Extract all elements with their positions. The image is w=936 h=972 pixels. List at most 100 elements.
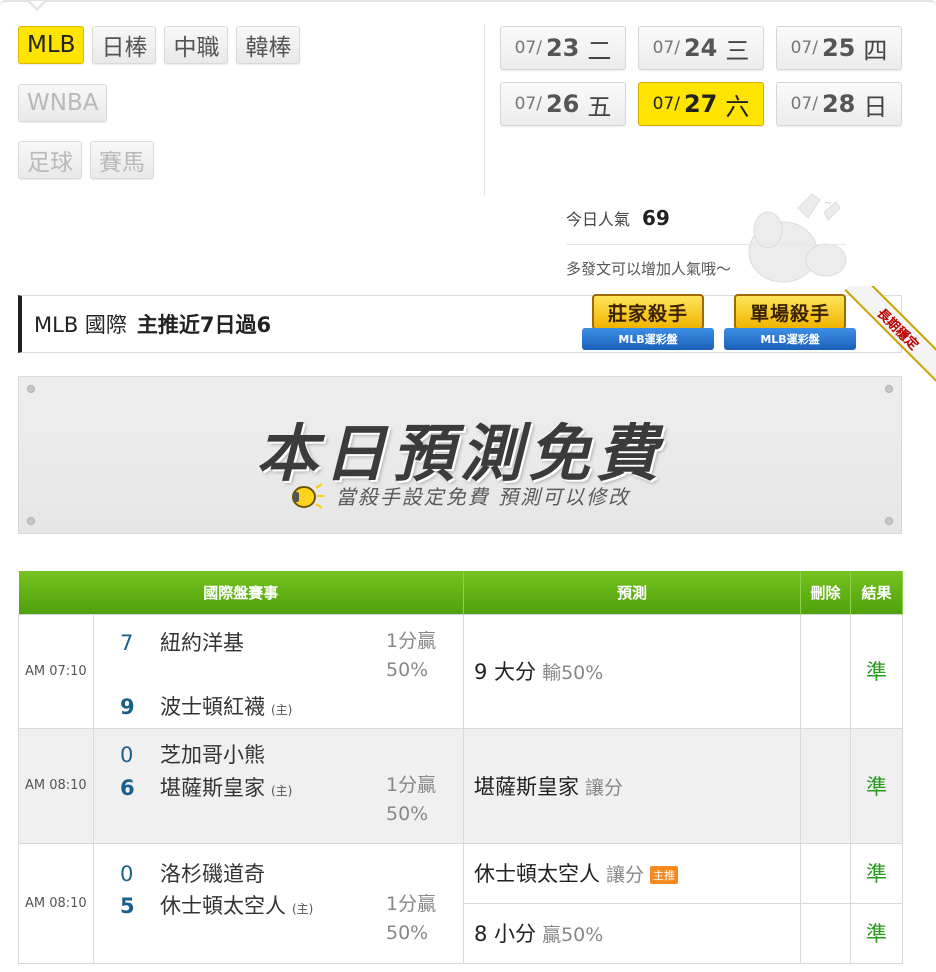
home-name: 波士頓紅襪: [160, 694, 265, 719]
table-header-row: 國際盤賽事 預測 刪除 結果: [18, 571, 904, 614]
sport-tab-cpbl[interactable]: 中職: [164, 26, 229, 64]
date-weekday: 四: [863, 36, 888, 65]
home-score: 6: [120, 775, 135, 800]
sport-tab-mlb[interactable]: MLB: [18, 26, 85, 64]
date-day: 23: [545, 34, 580, 62]
date-button-0728[interactable]: 07/28 日: [776, 82, 902, 126]
date-weekday: 二: [587, 36, 612, 65]
game-time: AM 08:10: [18, 727, 94, 844]
date-button-0726[interactable]: 07/26 五: [500, 82, 626, 126]
odds: 1分贏 50%: [386, 627, 436, 685]
sport-tabs-row-1: MLB 日棒 中職 韓棒: [18, 26, 301, 64]
date-day: 24: [683, 34, 718, 62]
long-term-stable-ribbon: 長期穩定: [842, 286, 936, 382]
prediction-main: 9 大分: [474, 660, 537, 684]
date-weekday: 日: [863, 92, 888, 121]
badge-title: 莊家殺手: [592, 294, 704, 330]
delete-cell: [800, 727, 852, 844]
game-time: AM 07:10: [18, 613, 94, 729]
dropdown-pointer-icon: [28, 1, 46, 12]
sport-tab-horse-racing[interactable]: 賽馬: [90, 141, 154, 179]
home-team: 5 休士頓太空人 (主): [120, 890, 313, 920]
prediction-cell: 9 大分 輸50%: [463, 613, 802, 729]
badge-ribbon: MLB運彩盤: [724, 328, 856, 350]
badge-ribbon: MLB運彩盤: [582, 328, 714, 350]
odds-line-1: 1分贏: [386, 629, 437, 652]
home-score: 9: [120, 694, 135, 719]
games-table: 國際盤賽事 預測 刪除 結果 AM 07:10 7 紐約洋基 9 波士頓紅襪 (…: [18, 571, 904, 964]
away-score: 0: [120, 861, 134, 886]
date-month: 07/: [790, 38, 818, 58]
popularity-panel: 今日人氣 69 多發文可以增加人氣哦～: [566, 206, 846, 278]
header-match: 國際盤賽事: [18, 571, 465, 614]
away-name: 紐約洋基: [160, 630, 244, 655]
home-team: 6 堪薩斯皇家 (主): [120, 772, 292, 802]
home-marker: (主): [292, 901, 314, 916]
away-name: 芝加哥小熊: [160, 742, 265, 767]
promo-title: 本日預測免費: [255, 417, 664, 490]
mascot-watermark-icon: ~: [748, 193, 847, 283]
badge-bookmaker-killer: 莊家殺手 MLB運彩盤: [582, 290, 714, 364]
away-team: 0 洛杉磯道奇: [120, 858, 265, 888]
date-weekday: 五: [587, 92, 612, 121]
prediction-main: 堪薩斯皇家: [474, 774, 580, 799]
header-prediction: 預測: [463, 571, 802, 614]
date-button-0723[interactable]: 07/23 二: [500, 26, 626, 70]
table-row: AM 08:10 0 芝加哥小熊 6 堪薩斯皇家 (主) 1分贏 50% 堪薩斯…: [18, 727, 904, 844]
odds-line-2: 50%: [386, 802, 429, 825]
prediction-sub: 贏50%: [542, 924, 604, 946]
home-team: 9 波士頓紅襪 (主): [120, 691, 292, 721]
odds: 1分贏 50%: [386, 890, 436, 948]
date-month: 07/: [514, 38, 542, 58]
long-term-label: 長期穩定: [844, 286, 936, 382]
odds-line-1: 1分贏: [386, 773, 437, 796]
table-row: AM 07:10 7 紐約洋基 9 波士頓紅襪 (主) 1分贏 50% 9 大分…: [18, 613, 904, 729]
delete-cell: [800, 842, 852, 904]
pin-icon: [27, 385, 35, 393]
prediction-cell: 休士頓太空人 讓分 主推: [463, 842, 802, 904]
date-day: 25: [821, 34, 856, 62]
date-month: 07/: [790, 94, 818, 114]
away-team: 7 紐約洋基: [120, 627, 244, 657]
svg-text:~: ~: [824, 198, 832, 209]
date-button-0725[interactable]: 07/25 四: [776, 26, 902, 70]
table-row: AM 08:10 0 洛杉磯道奇 5 休士頓太空人 (主) 1分贏 50% 休士…: [18, 842, 904, 964]
home-name: 休士頓太空人: [160, 893, 286, 918]
popularity-label: 今日人氣: [566, 210, 631, 229]
league-record: 主推近7日過6: [136, 313, 272, 337]
sport-tabs-row-3: 足球 賽馬: [18, 141, 154, 179]
delete-cell: [800, 613, 852, 729]
sport-tab-soccer[interactable]: 足球: [18, 141, 82, 179]
free-prediction-banner: 本日預測免費 當殺手設定免費 預測可以修改: [18, 376, 902, 534]
sport-tab-npb[interactable]: 日棒: [92, 26, 157, 64]
away-score: 0: [120, 742, 134, 767]
league-name: MLB 國際: [34, 313, 127, 337]
odds-line-1: 1分贏: [386, 892, 437, 915]
date-weekday: 三: [725, 36, 750, 65]
date-day: 28: [821, 90, 856, 118]
pin-icon: [27, 517, 35, 525]
sport-tab-kbo[interactable]: 韓棒: [236, 26, 301, 64]
date-day: 26: [545, 90, 580, 118]
top-border: [0, 0, 936, 8]
sport-tab-wnba[interactable]: WNBA: [18, 84, 108, 122]
date-month: 07/: [652, 94, 680, 114]
home-marker: (主): [271, 702, 293, 717]
away-team: 0 芝加哥小熊: [120, 739, 265, 769]
promo-subtitle: 當殺手設定免費 預測可以修改: [335, 485, 631, 509]
header-result: 結果: [850, 571, 904, 614]
pin-icon: [885, 385, 893, 393]
game-time: AM 08:10: [18, 842, 94, 964]
odds-line-2: 50%: [386, 921, 429, 944]
date-button-0724[interactable]: 07/24 三: [638, 26, 764, 70]
prediction-cell: 堪薩斯皇家 讓分: [463, 727, 802, 844]
sport-tabs-row-2: WNBA: [18, 84, 108, 122]
date-button-0727[interactable]: 07/27 六: [638, 82, 764, 126]
game-teams: 0 洛杉磯道奇 5 休士頓太空人 (主) 1分贏 50%: [92, 842, 465, 964]
prediction-sub: 讓分: [606, 864, 645, 886]
prediction-cell: 8 小分 贏50%: [463, 902, 802, 964]
result-cell: 準: [850, 902, 904, 964]
popularity-hint: 多發文可以增加人氣哦～: [566, 260, 732, 278]
main-pick-tag: 主推: [650, 866, 679, 884]
prediction-main: 8 小分: [474, 922, 537, 946]
